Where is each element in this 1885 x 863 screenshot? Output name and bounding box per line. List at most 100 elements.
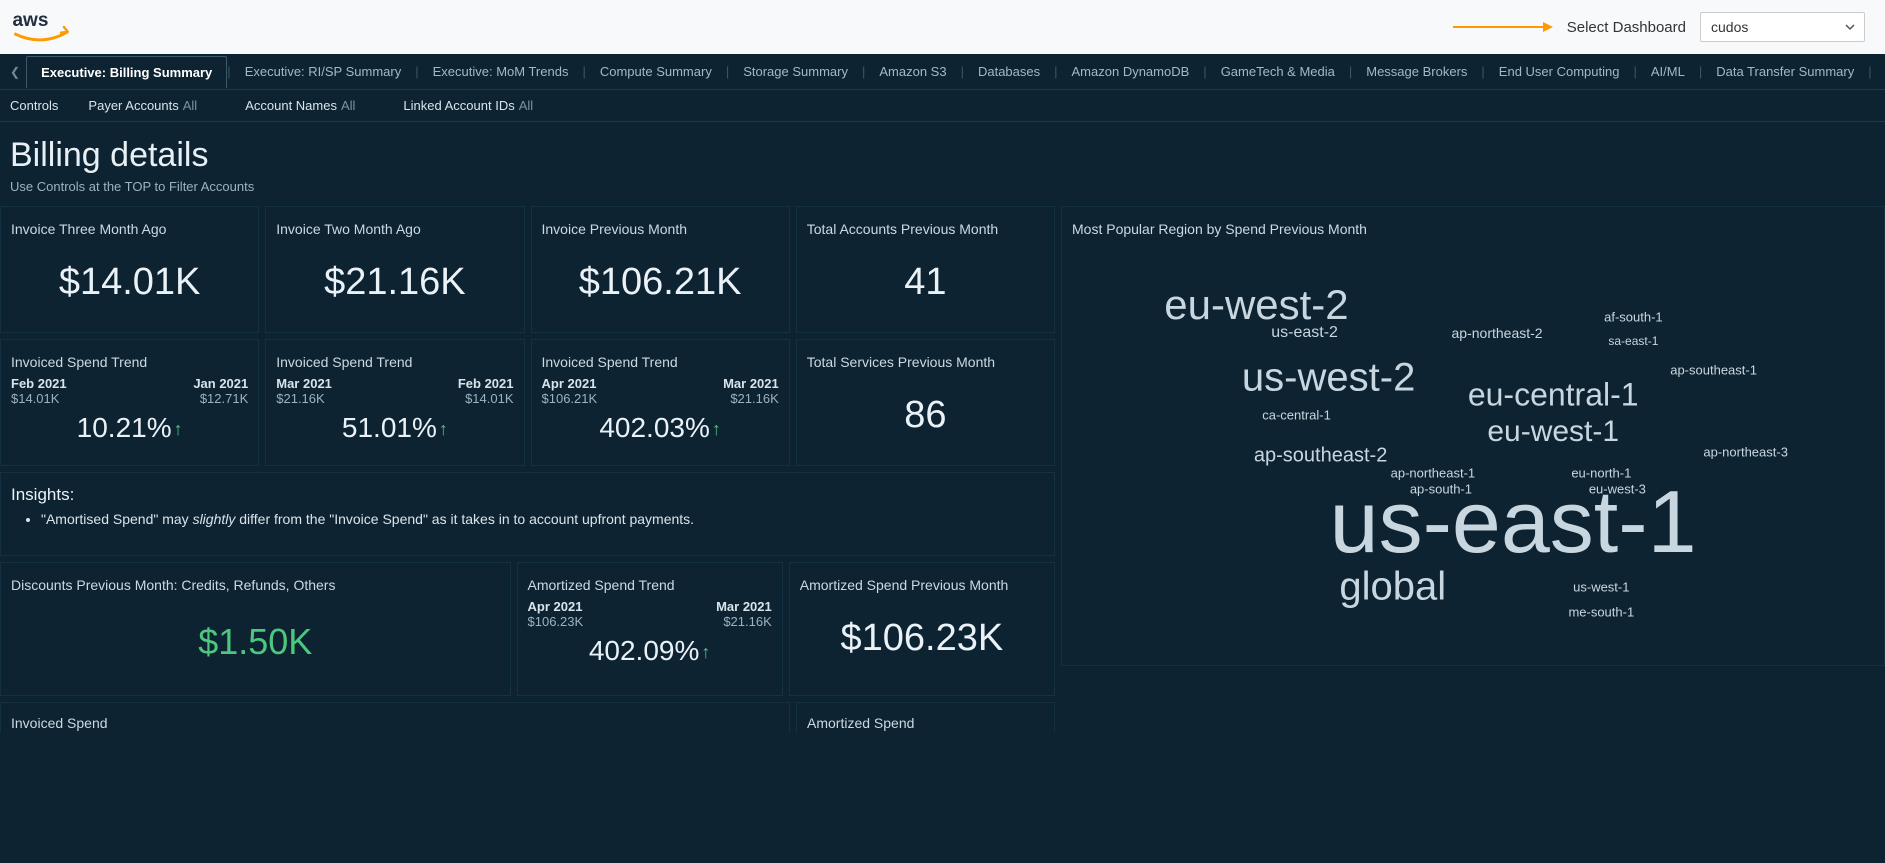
card-wordcloud: Most Popular Region by Spend Previous Mo… xyxy=(1061,206,1885,666)
card-discounts: Discounts Previous Month: Credits, Refun… xyxy=(0,562,511,696)
wordcloud-word[interactable]: eu-west-2 xyxy=(1164,281,1348,329)
tab-amazon-dynamodb[interactable]: Amazon DynamoDB xyxy=(1058,56,1204,87)
card-title: Invoiced Spend xyxy=(11,715,779,731)
kpi-value: 41 xyxy=(807,243,1044,322)
filter-linked-account-ids[interactable]: Linked Account IDsAll xyxy=(403,98,533,113)
insights-bullet: "Amortised Spend" may slightly differ fr… xyxy=(41,511,1044,527)
trend-right-val: $21.16K xyxy=(730,391,778,406)
trend-left-date: Feb 2021 xyxy=(11,376,67,391)
filter-payer-accounts[interactable]: Payer AccountsAll xyxy=(88,98,197,113)
wordcloud-word[interactable]: eu-north-1 xyxy=(1571,465,1631,480)
arrow-up-icon: ↑ xyxy=(701,642,710,662)
card-title: Amortized Spend Previous Month xyxy=(800,577,1044,593)
wordcloud-word[interactable]: eu-west-3 xyxy=(1589,482,1646,497)
wordcloud-word[interactable]: me-south-1 xyxy=(1568,605,1634,620)
wordcloud-word[interactable]: ap-southeast-2 xyxy=(1254,445,1387,468)
wordcloud-word[interactable]: af-south-1 xyxy=(1604,309,1663,324)
trend-pct: 10.21% xyxy=(77,412,172,443)
trend-left-val: $106.23K xyxy=(528,614,584,629)
wordcloud-canvas: us-east-1globaleu-west-2us-west-2eu-cent… xyxy=(1072,243,1874,653)
card-trend-2: Invoiced Spend Trend Mar 2021Feb 2021 $2… xyxy=(265,339,524,466)
trend-left-date: Mar 2021 xyxy=(276,376,332,391)
insights-title: Insights: xyxy=(11,485,1044,505)
wordcloud-word[interactable]: global xyxy=(1339,565,1446,610)
wordcloud-word[interactable]: ca-central-1 xyxy=(1262,408,1331,423)
card-insights: Insights: "Amortised Spend" may slightly… xyxy=(0,472,1055,556)
wordcloud-word[interactable]: ap-southeast-1 xyxy=(1670,363,1757,378)
kpi-value: $14.01K xyxy=(11,243,248,322)
tab-gametech-media[interactable]: GameTech & Media xyxy=(1207,56,1349,87)
card-amortized-spend-header: Amortized Spend xyxy=(796,702,1055,732)
arrow-up-icon: ↑ xyxy=(712,419,721,439)
tab-ai-ml[interactable]: AI/ML xyxy=(1637,56,1699,87)
card-title: Amortized Spend xyxy=(807,715,1044,731)
wordcloud-word[interactable]: ap-south-1 xyxy=(1410,482,1472,497)
trend-right-date: Jan 2021 xyxy=(193,376,248,391)
trend-left-val: $106.21K xyxy=(542,391,598,406)
card-title: Total Services Previous Month xyxy=(807,354,1044,370)
trend-pct: 402.03% xyxy=(599,412,710,443)
trend-left-val: $21.16K xyxy=(276,391,324,406)
kpi-value: $106.21K xyxy=(542,243,779,322)
card-title: Invoice Three Month Ago xyxy=(11,221,248,237)
card-title: Most Popular Region by Spend Previous Mo… xyxy=(1072,221,1874,237)
tab-storage-summary[interactable]: Storage Summary xyxy=(729,56,862,87)
wordcloud-word[interactable]: eu-central-1 xyxy=(1468,376,1639,413)
tab-end-user-computing[interactable]: End User Computing xyxy=(1485,56,1634,87)
pointer-arrow xyxy=(1453,17,1553,37)
select-dashboard-label: Select Dashboard xyxy=(1567,19,1686,36)
card-title: Invoice Previous Month xyxy=(542,221,779,237)
kpi-value: $106.23K xyxy=(800,599,1044,678)
page-subtitle: Use Controls at the TOP to Filter Accoun… xyxy=(10,179,1875,194)
tab-databases[interactable]: Databases xyxy=(964,56,1054,87)
card-invoice-2mo: Invoice Two Month Ago $21.16K xyxy=(265,206,524,333)
trend-pct: 402.09% xyxy=(589,635,700,666)
trend-right-val: $12.71K xyxy=(200,391,248,406)
trend-left-date: Apr 2021 xyxy=(542,376,597,391)
trend-right-val: $14.01K xyxy=(465,391,513,406)
wordcloud-word[interactable]: us-west-1 xyxy=(1573,580,1629,595)
wordcloud-word[interactable]: ap-northeast-2 xyxy=(1452,325,1543,341)
tab-executive-billing-summary[interactable]: Executive: Billing Summary xyxy=(26,56,227,88)
card-invoice-prev: Invoice Previous Month $106.21K xyxy=(531,206,790,333)
kpi-value: 86 xyxy=(807,376,1044,455)
tab-data-transfer-summary[interactable]: Data Transfer Summary xyxy=(1702,56,1868,87)
wordcloud-word[interactable]: ap-northeast-1 xyxy=(1391,465,1476,480)
wordcloud-word[interactable]: ap-northeast-3 xyxy=(1703,445,1788,460)
tab-executive-mom-trends[interactable]: Executive: MoM Trends xyxy=(419,56,583,87)
svg-text:aws: aws xyxy=(12,10,48,31)
card-title: Invoiced Spend Trend xyxy=(542,354,779,370)
controls-label: Controls xyxy=(10,98,58,113)
trend-right-val: $21.16K xyxy=(723,614,771,629)
trend-left-val: $14.01K xyxy=(11,391,59,406)
card-title: Discounts Previous Month: Credits, Refun… xyxy=(11,577,500,593)
card-trend-1: Invoiced Spend Trend Feb 2021 Jan 2021 $1… xyxy=(0,339,259,466)
aws-logo: aws xyxy=(8,7,76,47)
header-right: Select Dashboard cudos xyxy=(1453,12,1865,42)
card-title: Invoice Two Month Ago xyxy=(276,221,513,237)
filter-account-names[interactable]: Account NamesAll xyxy=(245,98,355,113)
trend-pct: 51.01% xyxy=(342,412,437,443)
card-invoiced-spend-header: Invoiced Spend xyxy=(0,702,790,732)
kpi-value: $1.50K xyxy=(11,599,500,685)
trend-left-date: Apr 2021 xyxy=(528,599,583,614)
card-title: Invoiced Spend Trend xyxy=(276,354,513,370)
card-amortized-trend: Amortized Spend Trend Apr 2021Mar 2021 $… xyxy=(517,562,783,696)
card-title: Invoiced Spend Trend xyxy=(11,354,248,370)
tab-message-brokers[interactable]: Message Brokers xyxy=(1352,56,1481,87)
tab-compute-summary[interactable]: Compute Summary xyxy=(586,56,726,87)
card-title: Total Accounts Previous Month xyxy=(807,221,1044,237)
wordcloud-word[interactable]: us-east-2 xyxy=(1271,324,1338,342)
tab-moni[interactable]: Moni xyxy=(1872,56,1885,87)
wordcloud-word[interactable]: us-west-2 xyxy=(1242,356,1415,401)
tabs-bar: ❮ Executive: Billing Summary|Executive: … xyxy=(0,54,1885,90)
tab-amazon-s3[interactable]: Amazon S3 xyxy=(865,56,960,87)
tab-executive-ri-sp-summary[interactable]: Executive: RI/SP Summary xyxy=(231,56,416,87)
tabs-scroll-left-icon[interactable]: ❮ xyxy=(4,65,26,79)
wordcloud-word[interactable]: eu-west-1 xyxy=(1487,415,1619,449)
card-total-services: Total Services Previous Month 86 xyxy=(796,339,1055,466)
wordcloud-word[interactable]: sa-east-1 xyxy=(1608,334,1658,348)
dashboard-select[interactable]: cudos xyxy=(1700,12,1865,42)
controls-bar: Controls Payer AccountsAll Account NamesA… xyxy=(0,90,1885,122)
page-title: Billing details xyxy=(10,136,1875,175)
